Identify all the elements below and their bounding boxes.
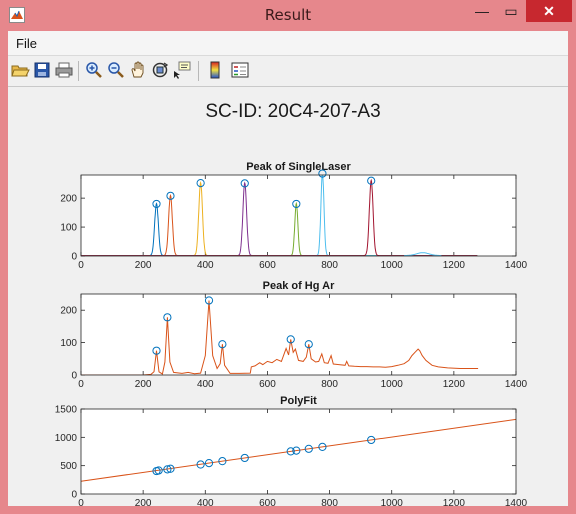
toolbar-separator xyxy=(78,61,79,81)
x-tick-label: 1200 xyxy=(443,498,466,506)
axes-background xyxy=(81,294,516,375)
title-bar[interactable]: Result — ▭ ✕ xyxy=(0,0,576,31)
figure-suptitle: SC-ID: 20C4-207-A3 xyxy=(205,101,380,122)
maximize-button[interactable]: ▭ xyxy=(497,0,525,22)
print-icon[interactable] xyxy=(54,60,74,80)
y-tick-label: 100 xyxy=(60,338,77,349)
data-cursor-icon[interactable] xyxy=(172,60,192,80)
y-tick-label: 1500 xyxy=(55,405,78,416)
y-tick-label: 200 xyxy=(60,306,77,317)
close-button[interactable]: ✕ xyxy=(526,0,572,22)
x-tick-label: 1000 xyxy=(381,379,404,390)
rotate-3d-icon[interactable] xyxy=(150,60,170,80)
open-icon[interactable] xyxy=(10,60,30,80)
figure-canvas: SC-ID: 20C4-207-A3 Peak of SingleLaser 0 2… xyxy=(8,87,568,509)
x-tick-label: 1200 xyxy=(443,260,466,271)
x-tick-label: 600 xyxy=(259,498,276,506)
axes-title: Peak of Hg Ar xyxy=(263,280,335,292)
zoom-out-icon[interactable] xyxy=(106,60,126,80)
axes-title: Peak of SingleLaser xyxy=(246,161,351,173)
colorbar-icon[interactable] xyxy=(205,60,225,80)
x-tick-label: 800 xyxy=(321,260,338,271)
x-tick-label: 0 xyxy=(78,260,84,271)
x-tick-label: 1400 xyxy=(505,498,528,506)
legend-icon[interactable] xyxy=(230,60,250,80)
x-tick-label: 200 xyxy=(135,260,152,271)
x-tick-label: 600 xyxy=(259,379,276,390)
axes-background xyxy=(81,409,516,494)
x-tick-label: 0 xyxy=(78,498,84,506)
y-tick-label: 500 xyxy=(60,461,77,472)
x-tick-label: 1400 xyxy=(505,260,528,271)
figure-client-area: File SC-ID: 20C4-207-A3 Peak of SingleLa… xyxy=(8,31,568,509)
axes-title: PolyFit xyxy=(280,395,317,407)
x-tick-label: 0 xyxy=(78,379,84,390)
pan-icon[interactable] xyxy=(128,60,148,80)
axes-peak-singlelaser[interactable]: Peak of SingleLaser0 200 400 600 800 1000 1200… xyxy=(60,161,527,271)
y-tick-label: 0 xyxy=(71,252,77,263)
x-tick-label: 200 xyxy=(135,498,152,506)
zoom-in-icon[interactable] xyxy=(84,60,104,80)
x-tick-label: 1000 xyxy=(381,498,404,506)
figure-svg: SC-ID: 20C4-207-A3 Peak of SingleLaser 0 2… xyxy=(55,101,528,509)
figure-toolbar xyxy=(8,56,568,87)
menu-bar: File xyxy=(8,31,568,56)
y-tick-label: 100 xyxy=(60,223,77,234)
x-tick-label: 800 xyxy=(321,379,338,390)
x-tick-label: 1400 xyxy=(505,379,528,390)
x-tick-label: 400 xyxy=(197,379,214,390)
x-tick-label: 400 xyxy=(197,498,214,506)
y-tick-label: 1000 xyxy=(55,433,78,444)
x-tick-label: 600 xyxy=(259,260,276,271)
minimize-button[interactable]: — xyxy=(468,0,496,22)
y-tick-label: 0 xyxy=(71,371,77,382)
x-tick-label: 200 xyxy=(135,379,152,390)
save-icon[interactable] xyxy=(32,60,52,80)
y-tick-label: 0 xyxy=(71,490,77,501)
result-window: Result — ▭ ✕ File SC-ID: 20C4-207-A3 Pea… xyxy=(0,0,576,514)
toolbar-separator xyxy=(198,61,199,81)
menu-file[interactable]: File xyxy=(16,36,37,51)
x-tick-label: 1200 xyxy=(443,379,466,390)
x-tick-label: 800 xyxy=(321,498,338,506)
x-tick-label: 1000 xyxy=(381,260,404,271)
axes-polyfit[interactable]: PolyFit 0 200 400 600 800 1000 1200 1400 0 500 1000… xyxy=(55,395,528,509)
x-tick-label: 400 xyxy=(197,260,214,271)
y-tick-label: 200 xyxy=(60,194,77,205)
axes-peak-hg-ar[interactable]: Peak of Hg Ar 0 200 400 600 800 1000 1200 1400 0 1… xyxy=(60,280,527,390)
